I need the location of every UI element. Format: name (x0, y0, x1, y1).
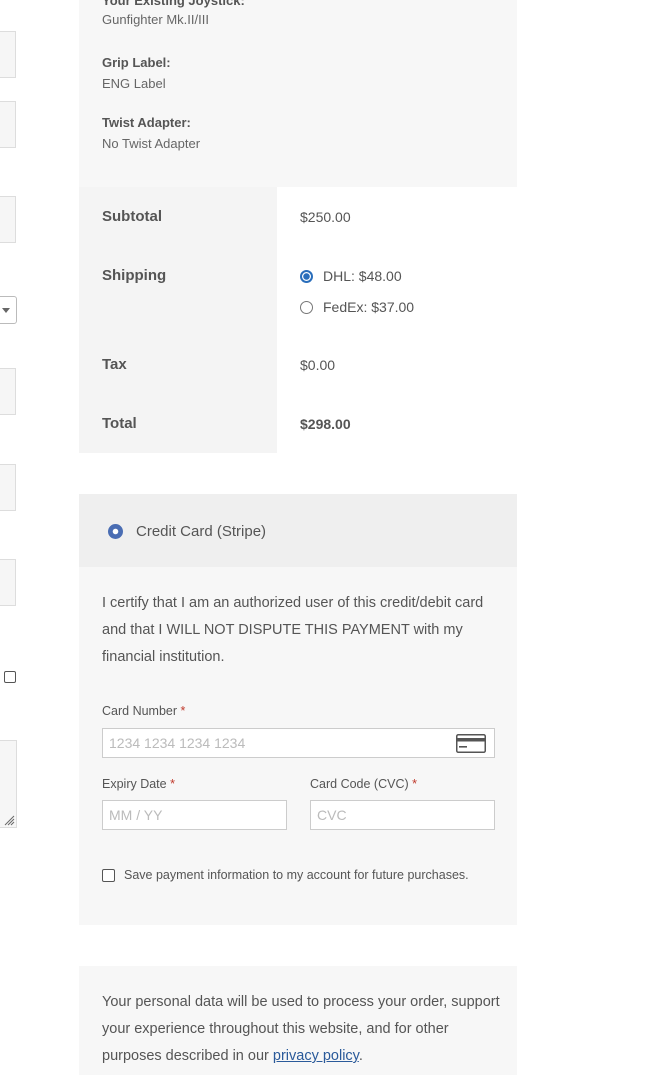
left-form-input-1[interactable] (0, 31, 16, 78)
card-number-input[interactable]: 1234 1234 1234 1234 (102, 728, 495, 758)
privacy-policy-link[interactable]: privacy policy (273, 1048, 359, 1064)
card-number-placeholder: 1234 1234 1234 1234 (109, 735, 246, 751)
required-mark: * (180, 704, 186, 718)
tax-value: $0.00 (300, 357, 336, 373)
expiry-input[interactable]: MM / YY (102, 800, 287, 830)
left-form-textarea[interactable] (0, 740, 17, 828)
cvc-placeholder: CVC (317, 807, 347, 823)
subtotal-value: $250.00 (300, 209, 351, 225)
radio-selected-icon[interactable] (108, 524, 123, 539)
left-form-checkbox[interactable] (4, 671, 16, 683)
shipping-option-label: FedEx: $37.00 (323, 299, 415, 315)
meta-existing-joystick: Your Existing Joystick: Gunfighter Mk.II… (102, 0, 245, 27)
meta-value: No Twist Adapter (102, 136, 201, 151)
cvc-label-text: Card Code (CVC) (310, 777, 409, 791)
shipping-option-label: DHL: $48.00 (323, 268, 402, 284)
meta-label: Grip Label: (102, 55, 171, 70)
required-mark: * (412, 777, 417, 791)
order-totals-table: Subtotal $250.00 Shipping DHL: $48.00 Fe… (79, 187, 517, 453)
cvc-input[interactable]: CVC (310, 800, 495, 830)
left-form-input-2[interactable] (0, 101, 16, 148)
left-form-input-4[interactable] (0, 368, 16, 415)
shipping-label: Shipping (102, 267, 167, 284)
meta-value: Gunfighter Mk.II/III (102, 12, 209, 27)
payment-method-label: Credit Card (Stripe) (136, 523, 267, 540)
expiry-label-text: Expiry Date (102, 777, 167, 791)
meta-twist-adapter: Twist Adapter: No Twist Adapter (102, 115, 200, 151)
total-label: Total (102, 415, 137, 432)
totals-label-column (79, 187, 277, 453)
tax-label: Tax (102, 356, 127, 373)
left-form-input-6[interactable] (0, 559, 16, 606)
save-payment-checkbox[interactable] (102, 869, 115, 882)
total-value: $298.00 (300, 416, 351, 432)
meta-label: Your Existing Joystick: (102, 0, 245, 8)
radio-unselected-icon[interactable] (300, 301, 313, 314)
privacy-notice: Your personal data will be used to proce… (79, 966, 517, 1075)
subtotal-label: Subtotal (102, 208, 162, 225)
resize-grip-icon[interactable] (3, 814, 15, 826)
product-meta: Your Existing Joystick: Gunfighter Mk.II… (79, 0, 517, 187)
certify-text: I certify that I am an authorized user o… (102, 595, 484, 665)
expiry-placeholder: MM / YY (109, 807, 163, 823)
save-payment-label[interactable]: Save payment information to my account f… (124, 868, 469, 882)
left-form-input-3[interactable] (0, 196, 16, 243)
meta-grip-label: Grip Label: ENG Label (102, 55, 171, 91)
privacy-text-after: . (358, 1048, 363, 1064)
shipping-option-fedex[interactable]: FedEx: $37.00 (300, 299, 414, 315)
meta-label: Twist Adapter: (102, 115, 191, 130)
card-number-label: Card Number * (102, 704, 185, 718)
required-mark: * (170, 777, 175, 791)
card-number-label-text: Card Number (102, 704, 178, 718)
payment-section: Credit Card (Stripe) I certify that I am… (79, 494, 517, 925)
expiry-label: Expiry Date * (102, 777, 175, 791)
payment-method-option[interactable]: Credit Card (Stripe) (79, 494, 517, 567)
meta-value: ENG Label (102, 76, 166, 91)
privacy-text: Your personal data will be used to proce… (102, 989, 502, 1070)
credit-card-icon (456, 734, 486, 753)
shipping-option-dhl[interactable]: DHL: $48.00 (300, 268, 402, 284)
left-form-select[interactable] (0, 296, 17, 324)
radio-selected-icon[interactable] (300, 270, 313, 283)
left-form-input-5[interactable] (0, 464, 16, 511)
cvc-label: Card Code (CVC) * (310, 777, 417, 791)
chevron-down-icon (2, 308, 10, 313)
